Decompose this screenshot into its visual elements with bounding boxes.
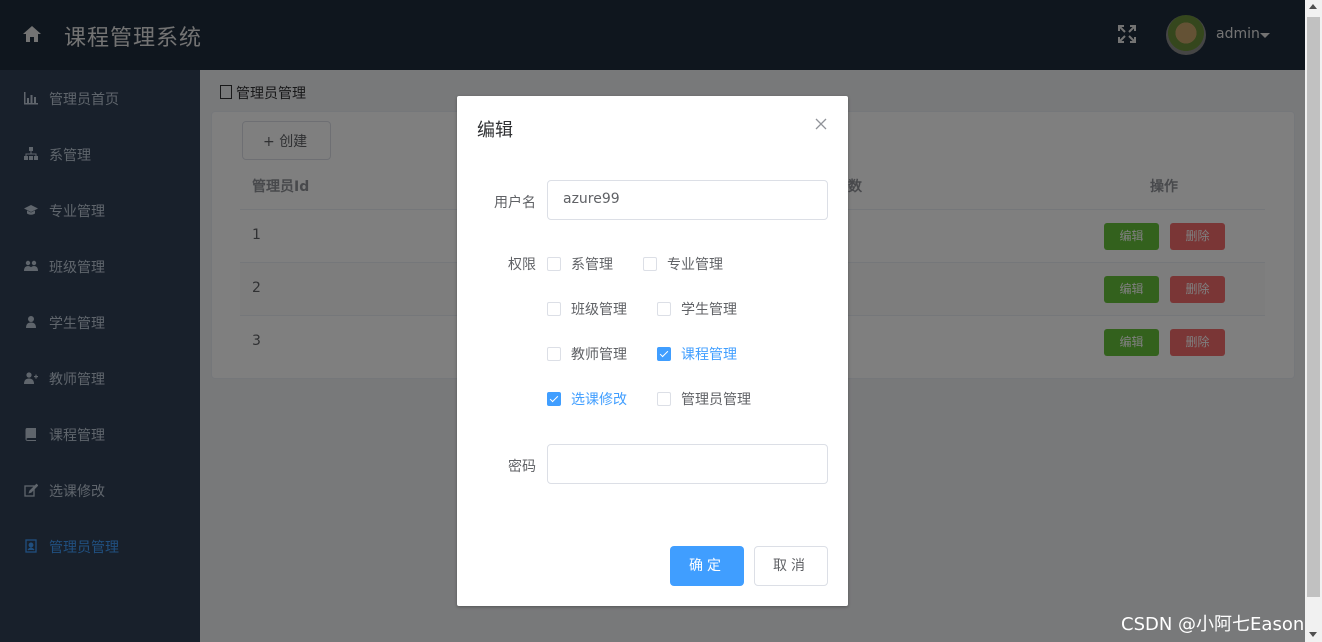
scrollbar-thumb[interactable]: [1307, 17, 1320, 597]
dialog-title: 编辑: [477, 120, 513, 141]
confirm-button[interactable]: 确定: [670, 546, 744, 586]
username-label: 用户名: [494, 195, 536, 211]
cancel-button[interactable]: 取消: [754, 546, 828, 586]
edit-dialog: 编辑 用户名 azure99 权限 系管理 专业管理 班级管理 学生管理 教师管…: [457, 96, 848, 606]
username-value: azure99: [563, 191, 620, 207]
scroll-up-arrow-icon[interactable]: [1309, 4, 1317, 9]
watermark: CSDN @小阿七Eason: [1121, 614, 1305, 635]
permission-label: 权限: [508, 257, 536, 273]
password-input[interactable]: [547, 444, 828, 484]
password-label: 密码: [508, 459, 536, 475]
username-input[interactable]: azure99: [547, 180, 828, 220]
scroll-down-arrow-icon[interactable]: [1309, 632, 1317, 637]
close-icon[interactable]: [814, 117, 828, 131]
